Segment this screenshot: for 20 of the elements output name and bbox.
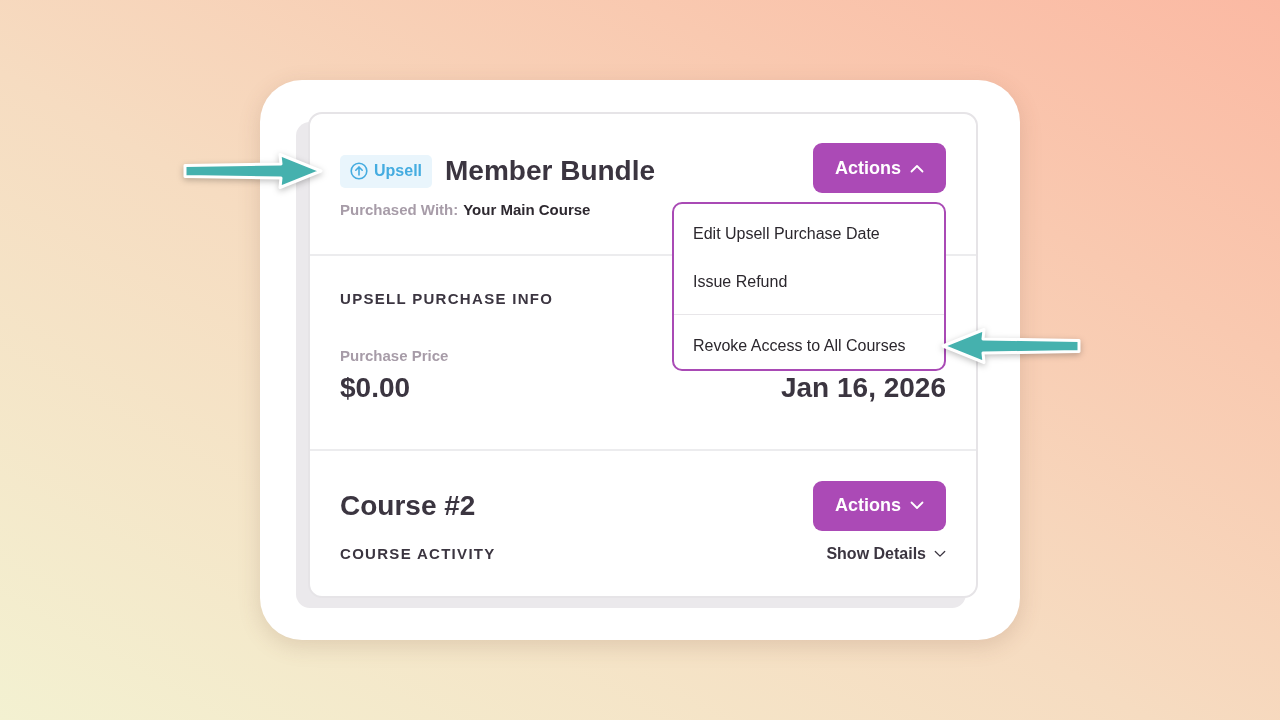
- section-heading: UPSELL PURCHASE INFO: [340, 289, 554, 308]
- purchase-date: Jan 16, 2026: [780, 373, 946, 402]
- actions-button[interactable]: Actions: [813, 480, 946, 531]
- menu-item[interactable]: Issue Refund: [674, 258, 944, 307]
- course-title: Course #2: [340, 491, 476, 520]
- menu-item[interactable]: Revoke Access to All Courses: [674, 323, 944, 370]
- price-label: Purchase Price: [340, 346, 449, 365]
- bundle-title: Member Bundle: [445, 154, 656, 188]
- show-details-toggle[interactable]: Show Details: [826, 544, 946, 563]
- section-heading: COURSE ACTIVITY: [340, 544, 496, 563]
- purchased-with-value: Your Main Course: [463, 200, 591, 219]
- purchased-with-label: Purchased With:: [340, 200, 459, 219]
- price-value: $0.00: [340, 373, 412, 402]
- actions-button[interactable]: Actions: [813, 143, 946, 194]
- chevron-down-icon: [934, 549, 946, 558]
- menu-item[interactable]: Edit Upsell Purchase Date: [674, 210, 944, 259]
- chevron-up-icon: [910, 163, 924, 173]
- tag-label: Upsell: [374, 162, 422, 180]
- arrow-up-circle-icon: [350, 162, 368, 180]
- chevron-down-icon: [910, 501, 924, 511]
